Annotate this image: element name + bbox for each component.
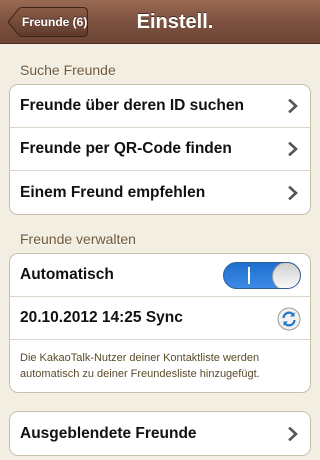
auto-add-note: Die KakaoTalk-Nutzer deiner Kontaktliste… [20, 352, 260, 380]
chevron-right-icon [288, 185, 298, 200]
chevron-right-icon [288, 426, 298, 441]
recommend-friend-row[interactable]: Einem Freund empfehlen [10, 171, 310, 214]
section-header-manage: Freunde verwalten [20, 231, 136, 247]
recommend-friend-label: Einem Freund empfehlen [20, 183, 206, 201]
hidden-friends-label: Ausgeblendete Freunde [20, 424, 197, 442]
chevron-right-icon [288, 99, 298, 113]
back-button[interactable]: Freunde (6) [7, 7, 88, 37]
find-by-qr-label: Freunde per QR-Code finden [20, 140, 232, 157]
hidden-friends-group: Ausgeblendete Freunde [9, 411, 311, 456]
toggle-knob [272, 263, 300, 288]
back-button-label: Freunde (6) [22, 15, 88, 29]
hidden-friends-row[interactable]: Ausgeblendete Freunde [10, 412, 310, 455]
sync-icon[interactable] [277, 307, 301, 331]
toggle-on-indicator [248, 267, 250, 284]
find-by-id-label: Freunde über deren ID suchen [20, 97, 244, 114]
sync-label: 20.10.2012 14:25 Sync [20, 309, 183, 326]
find-by-id-row[interactable]: Freunde über deren ID suchen [10, 85, 310, 128]
find-friends-group: Freunde über deren ID suchen Freunde per… [9, 84, 311, 215]
manage-friends-group: Automatisch 20.10.2012 14:25 Sync Die Ka… [9, 253, 311, 393]
auto-add-label: Automatisch [20, 266, 114, 283]
chevron-right-icon [288, 142, 298, 156]
section-header-find: Suche Freunde [20, 62, 116, 78]
sync-row: 20.10.2012 14:25 Sync [10, 297, 310, 340]
find-by-qr-row[interactable]: Freunde per QR-Code finden [10, 128, 310, 171]
auto-add-row: Automatisch [10, 254, 310, 297]
page-title: Einstell. [136, 11, 214, 33]
navigation-bar: Freunde (6) Einstell. [0, 0, 320, 44]
auto-add-toggle[interactable] [223, 262, 301, 289]
